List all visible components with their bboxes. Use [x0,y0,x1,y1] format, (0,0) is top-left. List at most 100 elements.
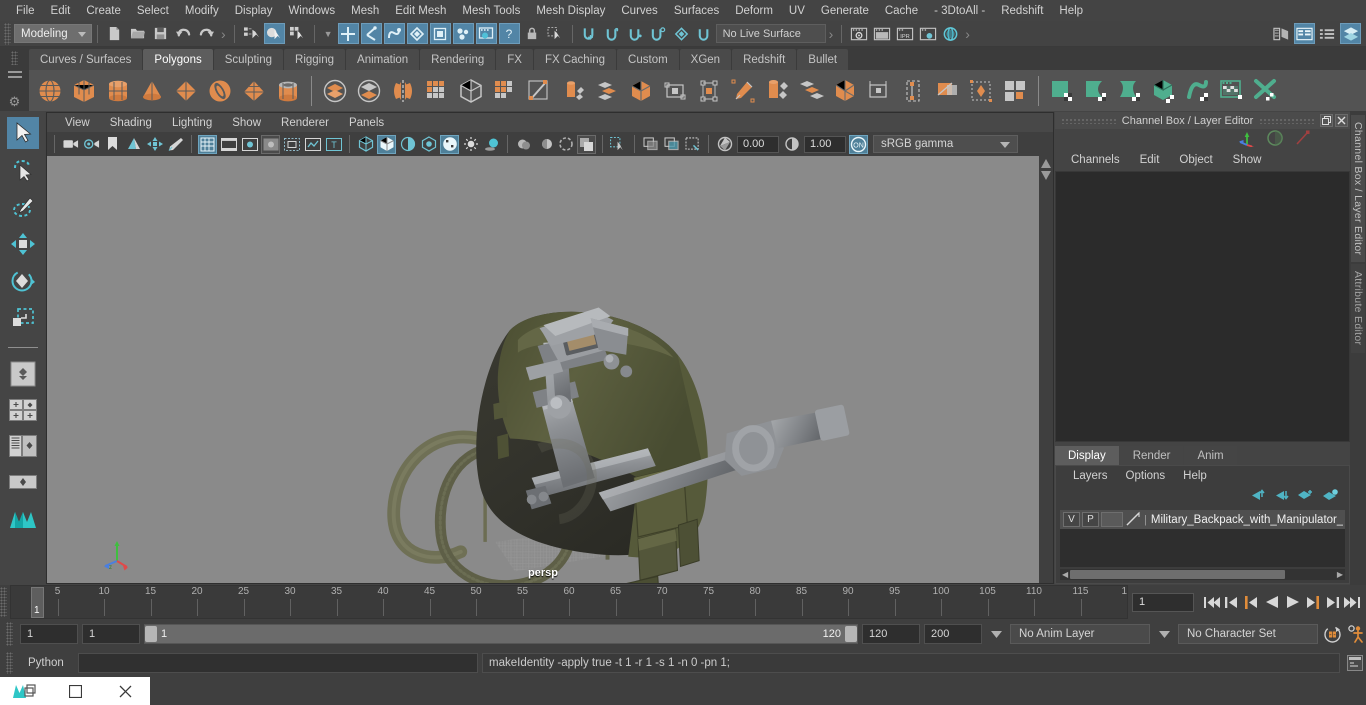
2d-pan-zoom-icon[interactable] [145,135,164,154]
close-icon[interactable] [1335,114,1348,127]
scroll-left-arrow-icon[interactable]: ◀ [1062,570,1068,579]
snap-magnet-curve2-icon[interactable] [694,23,715,44]
flatten-tool-button[interactable] [1181,74,1215,108]
hypershade-icon[interactable] [940,23,961,44]
move-layer-down-icon[interactable] [1273,489,1289,505]
exposure-icon[interactable] [715,135,734,154]
poly-cone-button[interactable] [135,74,169,108]
menu-display[interactable]: Display [227,3,281,19]
scale-tool[interactable] [7,302,39,334]
snap-to-point-icon[interactable] [383,23,405,44]
step-back-frame-icon[interactable] [1243,591,1261,613]
range-slider-grip[interactable] [6,622,13,646]
channelbox-menu-object[interactable]: Object [1169,153,1222,167]
shelf-tab-sculpting[interactable]: Sculpting [213,49,284,70]
character-set-select[interactable]: No Character Set [1178,624,1318,644]
menu-redshift[interactable]: Redshift [993,3,1051,19]
viewport-menu-panels[interactable]: Panels [339,116,394,130]
render-view-icon[interactable] [848,23,869,44]
gamma-icon[interactable] [782,135,801,154]
append-polygon-button[interactable] [658,74,692,108]
channel-box-content[interactable] [1055,171,1350,442]
poly-plane-button[interactable] [169,74,203,108]
select-by-component-icon[interactable] [287,23,308,44]
play-forwards-icon[interactable] [1283,591,1301,613]
rotate-manipulator-icon[interactable] [1266,129,1284,150]
status-line-grip[interactable] [4,22,11,45]
poly-pipe-button[interactable] [271,74,305,108]
close-button[interactable] [100,677,150,705]
mirror-button[interactable] [386,74,420,108]
minimize-button[interactable] [50,677,100,705]
isolate-select-icon[interactable] [609,135,628,154]
color-management-toggle-icon[interactable]: ON [849,134,868,154]
redo-icon[interactable] [196,23,217,44]
command-input[interactable] [78,653,478,673]
channelbox-menu-edit[interactable]: Edit [1130,153,1170,167]
sculpt-tool-button[interactable] [1045,74,1079,108]
menu-mesh[interactable]: Mesh [343,3,387,19]
multisample-aa-icon[interactable] [556,135,575,154]
lock-icon[interactable] [522,23,543,44]
snap-to-projected-center-icon[interactable] [406,23,428,44]
menu-create[interactable]: Create [78,3,129,19]
connect-button[interactable] [896,74,930,108]
go-to-start-icon[interactable] [1203,591,1221,613]
poly-sphere-button[interactable] [33,74,67,108]
perspective-viewport[interactable]: z persp [47,156,1039,583]
combine-button[interactable] [318,74,352,108]
menu-select[interactable]: Select [129,3,177,19]
snap-magnet-center-icon[interactable] [648,23,669,44]
extrude-button[interactable] [488,74,522,108]
viewport-menu-view[interactable]: View [55,116,100,130]
range-start-handle[interactable] [145,626,157,642]
shadows-icon[interactable] [482,135,501,154]
use-all-lights-icon[interactable] [461,135,480,154]
undo-icon[interactable] [173,23,194,44]
shelf-tab-bullet[interactable]: Bullet [797,49,849,70]
menu-file[interactable]: File [8,3,43,19]
gate-mask-icon[interactable] [261,134,280,154]
motion-blur-icon[interactable] [535,135,554,154]
current-time-indicator[interactable]: 1 [31,587,44,618]
poly-merge-button[interactable] [624,74,658,108]
viewport-menu-shading[interactable]: Shading [100,116,162,130]
menu-mesh-tools[interactable]: Mesh Tools [454,3,528,19]
menu-surfaces[interactable]: Surfaces [666,3,727,19]
layer-menu-options[interactable]: Options [1117,469,1175,483]
range-end-handle[interactable] [845,626,857,642]
exposure-field[interactable]: 0.00 [737,135,779,153]
poly-cylinder-button[interactable] [101,74,135,108]
shelf-tab-polygons[interactable]: Polygons [143,49,213,70]
wedge-button[interactable] [760,74,794,108]
layer-tab-display[interactable]: Display [1055,446,1119,465]
viewport-menu-renderer[interactable]: Renderer [271,116,339,130]
shaded-wireframe-icon[interactable] [398,135,417,154]
layer-menu-layers[interactable]: Layers [1064,469,1117,483]
render-sequence-icon[interactable] [871,23,892,44]
poly-torus-button[interactable] [203,74,237,108]
live-surface-field[interactable]: No Live Surface [715,24,826,43]
image-plane-icon[interactable] [124,135,143,154]
chevron-down-icon[interactable]: ▼ [324,29,333,39]
layer-tab-render[interactable]: Render [1119,446,1184,465]
shelf-tab-xgen[interactable]: XGen [679,49,732,70]
xray-active-components-icon[interactable] [683,135,702,154]
safe-action-icon[interactable] [303,135,322,154]
wireframe-icon[interactable] [356,135,375,154]
textured-icon[interactable] [440,134,459,154]
resolution-gate-icon[interactable] [240,135,259,154]
target-weld-button[interactable] [692,74,726,108]
shelf-tab-rigging[interactable]: Rigging [284,49,346,70]
poly-pyramid-button[interactable] [237,74,271,108]
render-current-frame-icon[interactable] [475,23,497,44]
menu-help[interactable]: Help [1051,3,1091,19]
menuset-selector[interactable]: Modeling [14,24,92,43]
save-scene-icon[interactable] [150,23,171,44]
render-settings-gear-icon[interactable] [917,23,938,44]
channelbox-menu-channels[interactable]: Channels [1061,153,1130,167]
layer-playback-toggle[interactable]: P [1082,512,1099,527]
rotate-tool[interactable] [7,265,39,297]
vertical-tab-attribute-editor[interactable]: Attribute Editor [1351,264,1365,353]
new-scene-icon[interactable] [104,23,125,44]
